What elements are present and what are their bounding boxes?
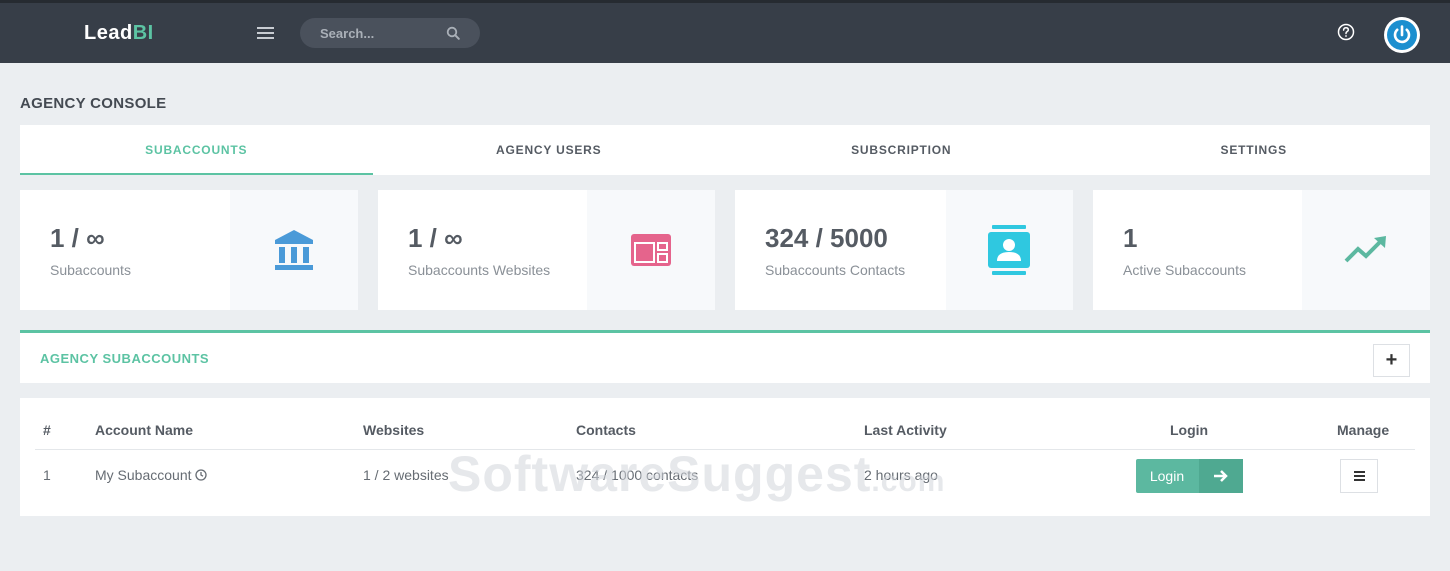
tab-subscription[interactable]: SUBSCRIPTION — [725, 125, 1078, 175]
menu-icon-bar — [1354, 471, 1365, 473]
browser-window-icon — [631, 234, 671, 266]
stat-card-active: 1 Active Subaccounts — [1093, 190, 1430, 310]
table-header: # Account Name Websites Contacts Last Ac… — [35, 398, 1415, 450]
stat-value: 1 / ∞ — [50, 223, 105, 253]
stat-card-websites: 1 / ∞ Subaccounts Websites — [378, 190, 715, 310]
column-header-account-name: Account Name — [95, 422, 194, 438]
stat-card-subaccounts: 1 / ∞ Subaccounts — [20, 190, 358, 310]
login-button-label: Login — [1149, 468, 1185, 484]
column-header-login: Login — [1170, 422, 1209, 438]
menu-toggle-icon[interactable] — [257, 27, 274, 40]
tab-subaccounts[interactable]: SUBACCOUNTS — [20, 125, 373, 175]
login-button[interactable]: Login — [1136, 459, 1243, 493]
console-tabs: SUBACCOUNTS AGENCY USERS SUBSCRIPTION SE… — [20, 125, 1430, 175]
panel-title: AGENCY SUBACCOUNTS — [40, 351, 210, 366]
stat-icon-box — [946, 190, 1073, 310]
tab-agency-users[interactable]: AGENCY USERS — [373, 125, 726, 175]
row-number: 1 — [43, 467, 51, 483]
stat-icon-box — [587, 190, 715, 310]
menu-icon-bar — [1354, 475, 1365, 477]
stat-label: Subaccounts — [50, 262, 131, 278]
row-last-activity: 2 hours ago — [864, 467, 938, 483]
agency-subaccounts-panel: AGENCY SUBACCOUNTS + — [20, 330, 1430, 383]
stat-card-contacts: 324 / 5000 Subaccounts Contacts — [735, 190, 1073, 310]
column-header-last-activity: Last Activity — [864, 422, 947, 438]
login-arrow-box — [1199, 459, 1243, 493]
stat-label: Subaccounts Contacts — [765, 262, 906, 278]
search-icon[interactable] — [446, 26, 460, 40]
column-header-manage: Manage — [1337, 422, 1390, 438]
stat-value: 1 — [1123, 223, 1138, 253]
column-header-websites: Websites — [363, 422, 425, 438]
help-icon[interactable] — [1337, 23, 1355, 41]
page-title: AGENCY CONSOLE — [20, 95, 167, 112]
stat-icon-box — [1302, 190, 1430, 310]
stat-icon-box — [230, 190, 358, 310]
subaccounts-table: # Account Name Websites Contacts Last Ac… — [20, 398, 1430, 516]
power-icon — [1393, 25, 1411, 44]
bank-icon — [275, 230, 313, 270]
app-logo[interactable]: LeadBI — [84, 22, 154, 45]
clock-icon[interactable] — [194, 469, 207, 481]
trend-up-icon — [1344, 236, 1386, 263]
row-account-name: My Subaccount — [95, 467, 207, 483]
tab-settings[interactable]: SETTINGS — [1078, 125, 1431, 175]
contact-card-icon — [988, 225, 1030, 275]
account-name-text: My Subaccount — [95, 467, 192, 483]
column-header-contacts: Contacts — [576, 422, 636, 438]
add-subaccount-button[interactable]: + — [1373, 344, 1410, 377]
stat-value: 1 / ∞ — [408, 223, 463, 253]
menu-icon-bar — [1354, 479, 1365, 481]
row-contacts: 324 / 1000 contacts — [576, 467, 699, 483]
column-header-number: # — [43, 422, 51, 438]
stat-label: Active Subaccounts — [1123, 262, 1246, 278]
power-logout-button[interactable] — [1384, 17, 1420, 53]
stat-value: 324 / 5000 — [765, 223, 888, 253]
table-row: 1 My Subaccount 1 / 2 websites 324 / 100… — [35, 450, 1415, 500]
stat-label: Subaccounts Websites — [408, 262, 551, 278]
row-websites: 1 / 2 websites — [363, 467, 449, 483]
manage-menu-button[interactable] — [1340, 459, 1378, 493]
arrow-right-icon — [1214, 470, 1228, 482]
top-navbar: LeadBI — [0, 0, 1450, 63]
